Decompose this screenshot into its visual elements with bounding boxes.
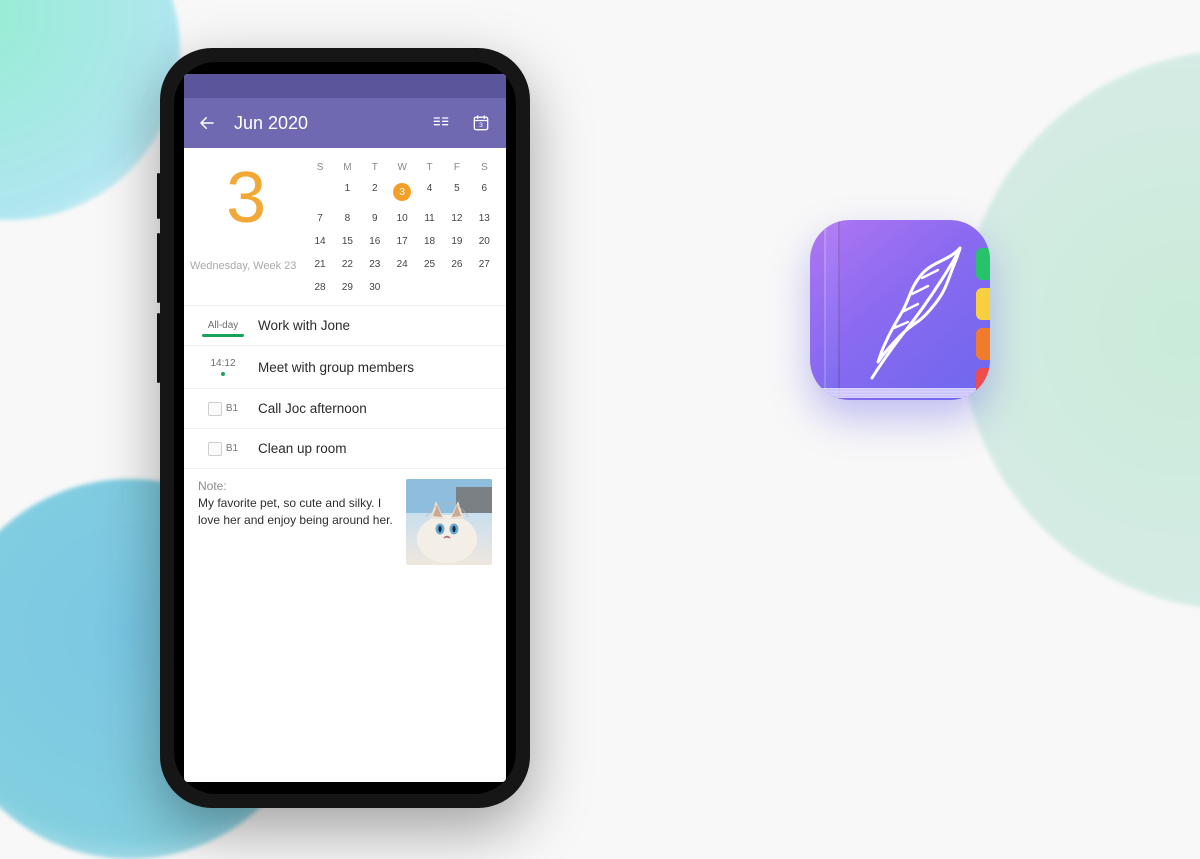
day-of-week-label: T bbox=[416, 158, 443, 177]
event-title: Meet with group members bbox=[248, 360, 414, 375]
app-header: Jun 2020 3 bbox=[184, 98, 506, 148]
calendar-day-cell[interactable]: 24 bbox=[388, 253, 415, 276]
event-row[interactable]: All-dayWork with Jone bbox=[184, 306, 506, 346]
calendar-day-cell[interactable]: 23 bbox=[361, 253, 388, 276]
event-list: All-dayWork with Jone14:12Meet with grou… bbox=[184, 306, 506, 469]
status-bar bbox=[184, 74, 506, 98]
calendar-day-cell[interactable]: 9 bbox=[361, 207, 388, 230]
todo-checkbox[interactable] bbox=[208, 442, 222, 456]
event-title: Work with Jone bbox=[248, 318, 350, 333]
event-row[interactable]: B1 Clean up room bbox=[184, 429, 506, 469]
phone-screen: Jun 2020 3 3 Wednesday, W bbox=[184, 74, 506, 782]
event-row[interactable]: B1 Call Joc afternoon bbox=[184, 389, 506, 429]
app-icon bbox=[810, 220, 990, 400]
day-of-week-label: S bbox=[471, 158, 498, 177]
todo-priority: B1 bbox=[226, 403, 238, 414]
calendar-day-cell[interactable]: 20 bbox=[471, 230, 498, 253]
calendar-day-cell[interactable]: 30 bbox=[361, 276, 388, 299]
calendar-day-cell[interactable]: 21 bbox=[306, 253, 333, 276]
event-title: Clean up room bbox=[248, 441, 347, 456]
calendar-day-cell[interactable]: 8 bbox=[334, 207, 361, 230]
arrow-left-icon bbox=[198, 114, 216, 132]
calendar-day-cell[interactable]: 18 bbox=[416, 230, 443, 253]
calendar-day-cell[interactable]: 26 bbox=[443, 253, 470, 276]
calendar-day-cell bbox=[388, 276, 415, 299]
calendar-day-cell[interactable]: 16 bbox=[361, 230, 388, 253]
calendar-day-cell[interactable]: 12 bbox=[443, 207, 470, 230]
note-image bbox=[406, 479, 492, 565]
background-blob-right bbox=[960, 50, 1200, 610]
calendar-day-cell[interactable]: 19 bbox=[443, 230, 470, 253]
calendar-day-cell[interactable]: 1 bbox=[334, 177, 361, 207]
calendar-day-cell[interactable]: 6 bbox=[471, 177, 498, 207]
note-label: Note: bbox=[198, 479, 396, 493]
calendar-day-cell[interactable]: 29 bbox=[334, 276, 361, 299]
feather-icon bbox=[810, 220, 990, 400]
calendar-day-cell[interactable]: 14 bbox=[306, 230, 333, 253]
event-slot: All-day bbox=[198, 320, 248, 331]
note-body: My favorite pet, so cute and silky. I lo… bbox=[198, 495, 396, 529]
selected-date-large: 3 bbox=[184, 162, 306, 234]
calendar-day-cell[interactable]: 13 bbox=[471, 207, 498, 230]
cat-photo-icon bbox=[406, 479, 492, 565]
calendar-panel: 3 Wednesday, Week 23 SMTWTFS 12345678910… bbox=[184, 148, 506, 306]
note-section[interactable]: Note: My favorite pet, so cute and silky… bbox=[184, 469, 506, 579]
event-slot: B1 bbox=[198, 402, 248, 416]
calendar-day-cell bbox=[416, 276, 443, 299]
event-title: Call Joc afternoon bbox=[248, 401, 367, 416]
calendar-day-cell[interactable]: 5 bbox=[443, 177, 470, 207]
event-row[interactable]: 14:12Meet with group members bbox=[184, 346, 506, 389]
selected-date-subline: Wednesday, Week 23 bbox=[184, 260, 306, 272]
calendar-today-button[interactable]: 3 bbox=[470, 112, 492, 134]
event-slot: B1 bbox=[198, 442, 248, 456]
list-icon bbox=[431, 113, 451, 133]
calendar-day-cell bbox=[443, 276, 470, 299]
calendar-day-cell[interactable]: 4 bbox=[416, 177, 443, 207]
todo-priority: B1 bbox=[226, 443, 238, 454]
header-title: Jun 2020 bbox=[234, 113, 412, 134]
list-view-button[interactable] bbox=[430, 112, 452, 134]
calendar-day-cell[interactable]: 27 bbox=[471, 253, 498, 276]
calendar-day-cell[interactable]: 3 bbox=[388, 177, 415, 207]
month-grid[interactable]: SMTWTFS 12345678910111213141516171819202… bbox=[306, 158, 506, 299]
day-of-week-label: S bbox=[306, 158, 333, 177]
calendar-day-cell[interactable]: 7 bbox=[306, 207, 333, 230]
event-slot: 14:12 bbox=[198, 358, 248, 376]
calendar-day-cell[interactable]: 11 bbox=[416, 207, 443, 230]
calendar-day-cell[interactable]: 15 bbox=[334, 230, 361, 253]
calendar-day-cell[interactable]: 10 bbox=[388, 207, 415, 230]
day-of-week-label: W bbox=[388, 158, 415, 177]
calendar-day-cell bbox=[471, 276, 498, 299]
calendar-day-cell[interactable]: 22 bbox=[334, 253, 361, 276]
day-of-week-label: F bbox=[443, 158, 470, 177]
calendar-day-cell[interactable]: 28 bbox=[306, 276, 333, 299]
calendar-day-cell[interactable]: 25 bbox=[416, 253, 443, 276]
phone-frame: Jun 2020 3 3 Wednesday, W bbox=[160, 48, 530, 808]
day-of-week-label: T bbox=[361, 158, 388, 177]
todo-checkbox[interactable] bbox=[208, 402, 222, 416]
background-blob-top-left bbox=[0, 0, 180, 220]
calendar-icon: 3 bbox=[471, 113, 491, 133]
svg-text:3: 3 bbox=[479, 122, 483, 129]
day-of-week-label: M bbox=[334, 158, 361, 177]
calendar-day-cell bbox=[306, 177, 333, 207]
calendar-day-cell[interactable]: 2 bbox=[361, 177, 388, 207]
calendar-day-cell[interactable]: 17 bbox=[388, 230, 415, 253]
back-button[interactable] bbox=[198, 114, 216, 132]
